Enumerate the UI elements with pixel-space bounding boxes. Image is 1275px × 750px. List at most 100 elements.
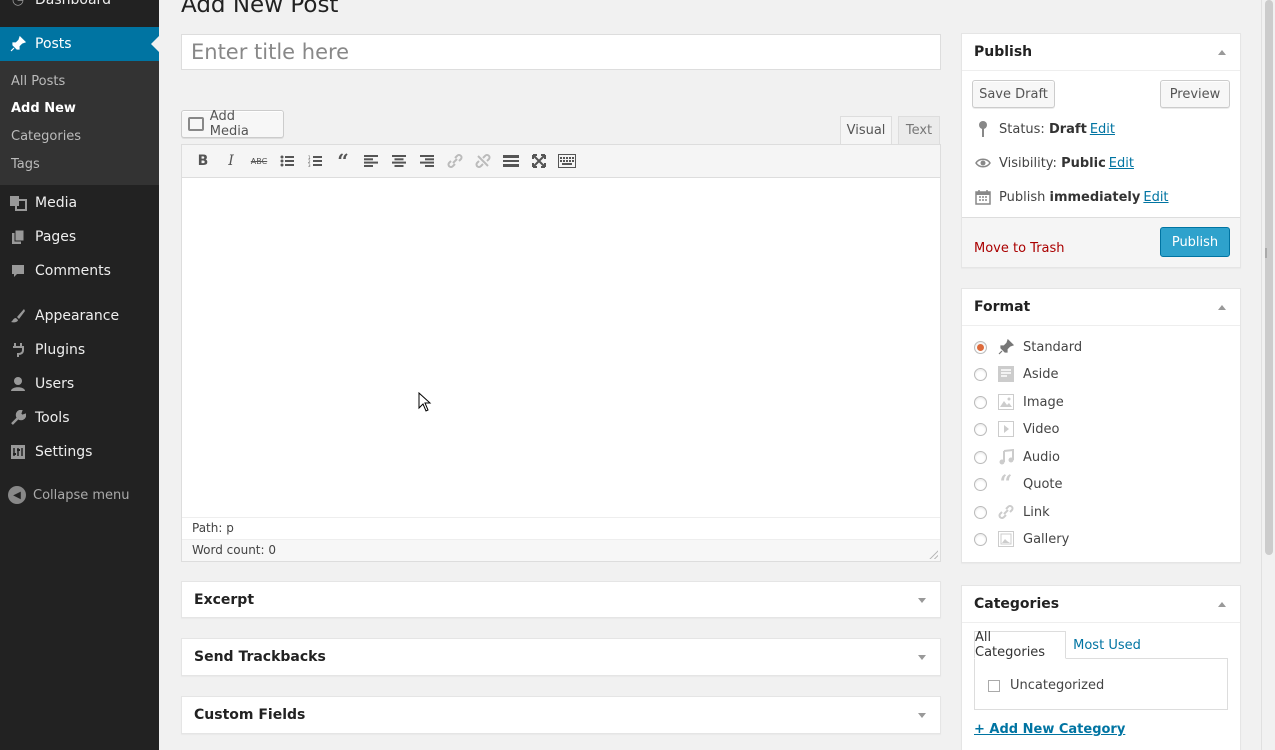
radio-quote[interactable]: [974, 477, 987, 491]
format-option-link[interactable]: Link: [974, 503, 1050, 521]
format-option-standard[interactable]: Standard: [974, 338, 1082, 356]
bullet-list-icon[interactable]: [276, 151, 298, 171]
align-center-icon[interactable]: [388, 151, 410, 171]
settings-icon: [8, 442, 28, 462]
editor-path: Path: p: [182, 517, 940, 539]
menu-tools[interactable]: Tools: [0, 401, 159, 435]
tab-visual[interactable]: Visual: [840, 116, 892, 144]
category-checkbox[interactable]: [988, 679, 1000, 692]
resize-handle[interactable]: [929, 550, 938, 559]
publish-box: Publish Save Draft Preview Status: Draft…: [961, 33, 1241, 268]
format-box: Format Standard Aside Image Video Audio …: [961, 288, 1241, 563]
align-left-icon[interactable]: [360, 151, 382, 171]
menu-plugins-label: Plugins: [35, 342, 86, 358]
quote-icon: “: [999, 471, 1013, 497]
menu-dashboard-label: Dashboard: [35, 0, 111, 8]
menu-posts[interactable]: Posts: [0, 27, 159, 61]
svg-text:3: 3: [308, 163, 311, 167]
menu-comments[interactable]: Comments: [0, 254, 159, 288]
gallery-icon: [997, 530, 1015, 548]
strikethrough-icon[interactable]: ABC: [248, 151, 270, 171]
custom-fields-box[interactable]: Custom Fields: [181, 696, 941, 734]
fullscreen-icon[interactable]: [528, 151, 550, 171]
divider: [962, 622, 1240, 623]
edit-visibility-link[interactable]: Edit: [1109, 156, 1134, 171]
blockquote-icon[interactable]: “: [332, 149, 354, 173]
radio-aside[interactable]: [974, 367, 987, 381]
format-option-audio[interactable]: Audio: [974, 448, 1060, 466]
menu-plugins[interactable]: Plugins: [0, 333, 159, 367]
preview-button[interactable]: Preview: [1160, 80, 1230, 108]
publish-button[interactable]: Publish: [1160, 227, 1230, 257]
italic-icon[interactable]: I: [220, 151, 242, 171]
media-icon: [188, 117, 204, 131]
edit-status-link[interactable]: Edit: [1090, 122, 1115, 137]
radio-link[interactable]: [974, 505, 987, 519]
music-note-icon: [997, 448, 1015, 466]
move-to-trash-link[interactable]: Move to Trash: [974, 241, 1065, 256]
link-icon[interactable]: [444, 151, 466, 171]
radio-audio[interactable]: [974, 450, 987, 464]
category-item[interactable]: Uncategorized: [988, 678, 1104, 693]
tab-most-used[interactable]: Most Used: [1068, 631, 1146, 659]
aside-icon: [997, 365, 1015, 383]
radio-image[interactable]: [974, 395, 987, 409]
menu-pages-label: Pages: [35, 229, 77, 245]
align-right-icon[interactable]: [416, 151, 438, 171]
categories-box-title: Categories: [974, 596, 1060, 612]
menu-appearance[interactable]: Appearance: [0, 299, 159, 333]
video-icon: [997, 420, 1015, 438]
menu-tools-label: Tools: [35, 410, 70, 426]
radio-standard[interactable]: [974, 340, 987, 354]
visibility-row: Visibility: Public Edit: [974, 154, 1134, 172]
numbered-list-icon[interactable]: 123: [304, 151, 326, 171]
menu-dashboard[interactable]: ◷ Dashboard: [0, 0, 159, 17]
add-media-button[interactable]: Add Media: [181, 109, 284, 139]
collapse-arrow-icon[interactable]: [1218, 50, 1226, 55]
radio-gallery[interactable]: [974, 532, 987, 546]
submenu-categories[interactable]: Categories: [11, 129, 81, 144]
post-title-input[interactable]: [181, 34, 941, 70]
trackbacks-box[interactable]: Send Trackbacks: [181, 638, 941, 676]
menu-settings[interactable]: Settings: [0, 435, 159, 469]
menu-media[interactable]: Media: [0, 186, 159, 220]
menu-pages[interactable]: Pages: [0, 220, 159, 254]
format-option-image[interactable]: Image: [974, 393, 1064, 411]
visibility-value: Public: [1061, 155, 1106, 171]
tab-text[interactable]: Text: [898, 116, 940, 144]
link-icon: [997, 503, 1015, 521]
resize-gripper[interactable]: [1265, 248, 1267, 258]
excerpt-box[interactable]: Excerpt: [181, 581, 941, 618]
format-label-quote: Quote: [1023, 476, 1063, 492]
format-option-quote[interactable]: “ Quote: [974, 471, 1063, 497]
collapse-arrow-icon[interactable]: [1218, 305, 1226, 310]
format-label-standard: Standard: [1023, 339, 1083, 355]
format-option-video[interactable]: Video: [974, 420, 1059, 438]
format-option-aside[interactable]: Aside: [974, 365, 1059, 383]
submenu-all-posts[interactable]: All Posts: [11, 74, 65, 89]
menu-users[interactable]: Users: [0, 367, 159, 401]
expand-arrow-icon[interactable]: [918, 598, 926, 603]
page-scrollbar[interactable]: [1261, 0, 1275, 750]
edit-publish-time-link[interactable]: Edit: [1143, 190, 1168, 205]
expand-arrow-icon[interactable]: [918, 655, 926, 660]
scrollbar-thumb[interactable]: [1265, 0, 1273, 555]
submenu-tags[interactable]: Tags: [11, 157, 40, 172]
format-option-gallery[interactable]: Gallery: [974, 530, 1069, 548]
menu-settings-label: Settings: [35, 444, 93, 460]
tab-all-categories[interactable]: All Categories: [974, 630, 1066, 660]
collapse-menu[interactable]: ◀ Collapse menu: [8, 486, 130, 504]
collapse-arrow-icon[interactable]: [1218, 602, 1226, 607]
unlink-icon[interactable]: [472, 151, 494, 171]
kitchen-sink-icon[interactable]: [556, 151, 578, 171]
expand-arrow-icon[interactable]: [918, 713, 926, 718]
pin-icon: [8, 34, 28, 54]
save-draft-button[interactable]: Save Draft: [972, 80, 1055, 108]
read-more-icon[interactable]: [500, 151, 522, 171]
submenu-add-new[interactable]: Add New: [11, 101, 76, 116]
radio-video[interactable]: [974, 422, 987, 436]
status-label: Status:: [999, 121, 1045, 137]
add-new-category-link[interactable]: + Add New Category: [974, 722, 1125, 737]
excerpt-title: Excerpt: [194, 592, 255, 608]
bold-icon[interactable]: B: [192, 151, 214, 171]
